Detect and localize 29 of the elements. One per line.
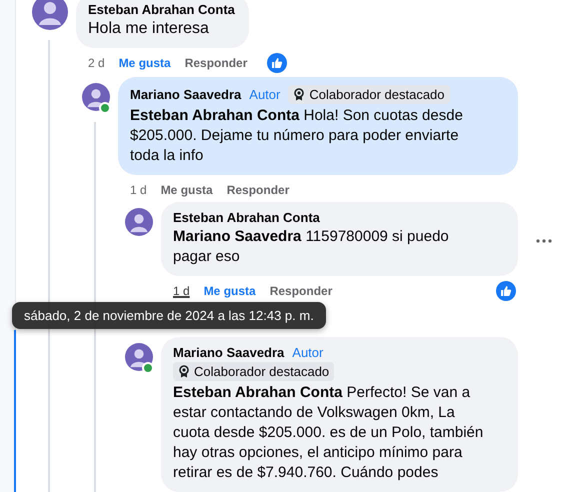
comment-text: Mariano Saavedra 1159780009 si puedo pagar eso	[173, 227, 450, 267]
comment-time[interactable]: 2 d	[88, 56, 105, 70]
comment-text: Hola me interesa	[88, 19, 210, 39]
reply-link[interactable]: Responder	[270, 284, 332, 298]
thumbs-up-icon[interactable]	[496, 281, 516, 301]
author-tag: Autor	[249, 87, 280, 102]
reply-link[interactable]: Responder	[184, 56, 248, 70]
comment-text: Esteban Abrahan Conta Hola! Son cuotas desde $205.000. Dejame tu número para poder enviarte toda la info	[130, 106, 464, 166]
avatar[interactable]	[125, 208, 153, 236]
comment-time[interactable]: 1 d	[173, 284, 190, 298]
author-tag: Autor	[292, 345, 324, 360]
avatar[interactable]	[32, 0, 68, 30]
author-name[interactable]: Esteban Abrahan Conta	[88, 2, 235, 17]
thumbs-up-icon[interactable]	[267, 53, 288, 73]
comment-text: Esteban Abrahan Conta Perfecto! Se van a estar contactando de Volkswagen 0km, La cuota desde $205.000. es de un Polo, también hay otras opciones, el anticipo mínimo para retirar es de $7.940.760. Cuándo podes	[173, 383, 484, 483]
more-icon[interactable]	[536, 239, 552, 243]
author-name[interactable]: Mariano Saavedra	[173, 345, 284, 360]
like-link[interactable]: Me gusta	[204, 284, 256, 298]
reply-link[interactable]: Responder	[226, 183, 290, 197]
award-icon	[293, 88, 306, 101]
award-icon	[178, 365, 190, 378]
author-name[interactable]: Esteban Abrahan Conta	[173, 210, 320, 225]
author-name[interactable]: Mariano Saavedra	[130, 87, 242, 102]
like-link[interactable]: Me gusta	[118, 56, 171, 70]
comment-time[interactable]: 1 d	[130, 183, 147, 197]
date-tooltip: sábado, 2 de noviembre de 2024 a las 12:43 p. m.	[12, 302, 326, 329]
like-link[interactable]: Me gusta	[160, 183, 213, 197]
badge-label: Colaborador destacado	[194, 364, 330, 379]
badge-label: Colaborador destacado	[309, 87, 445, 102]
